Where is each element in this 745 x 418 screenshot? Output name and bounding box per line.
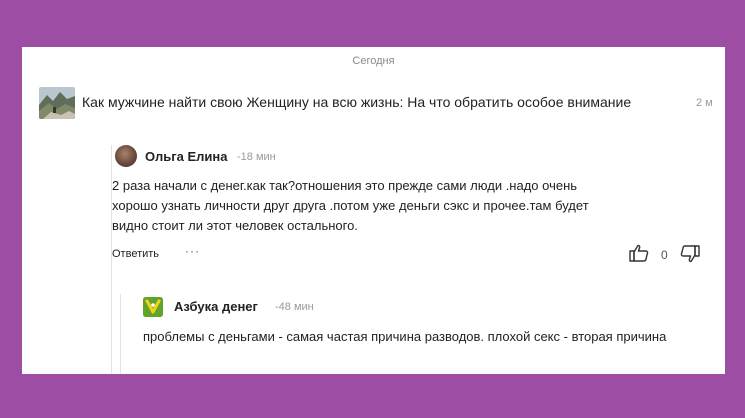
like-count: 0 xyxy=(661,248,668,262)
date-divider: Сегодня xyxy=(352,55,395,67)
comment-text: проблемы с деньгами - самая частая причи… xyxy=(143,329,667,344)
post-link[interactable]: Как мужчине найти свою Женщину на всю жи… xyxy=(39,85,725,121)
comment-text: 2 раза начали с денег.как так?отношения … xyxy=(112,178,589,233)
comment-author[interactable]: Ольга Елина xyxy=(145,149,227,164)
thumbs-up-icon[interactable] xyxy=(629,244,649,262)
avatar[interactable] xyxy=(115,145,137,167)
comment-author[interactable]: Азбука денег xyxy=(174,299,258,314)
thumbs-down-icon[interactable] xyxy=(680,245,700,263)
post-title[interactable]: Как мужчине найти свою Женщину на всю жи… xyxy=(82,94,631,110)
post-time: 2 м xyxy=(696,97,713,109)
avatar[interactable] xyxy=(143,297,163,317)
more-options-button[interactable]: ··· xyxy=(185,244,200,258)
comments-panel: Сегодня Как мужчине найти свою Женщину н… xyxy=(22,47,725,374)
comment-time: -18 мин xyxy=(237,151,276,163)
comment-time: -48 мин xyxy=(275,301,314,313)
thread-line xyxy=(120,294,121,374)
reply-button[interactable]: Ответить xyxy=(112,248,159,260)
post-thumbnail[interactable] xyxy=(39,87,75,119)
